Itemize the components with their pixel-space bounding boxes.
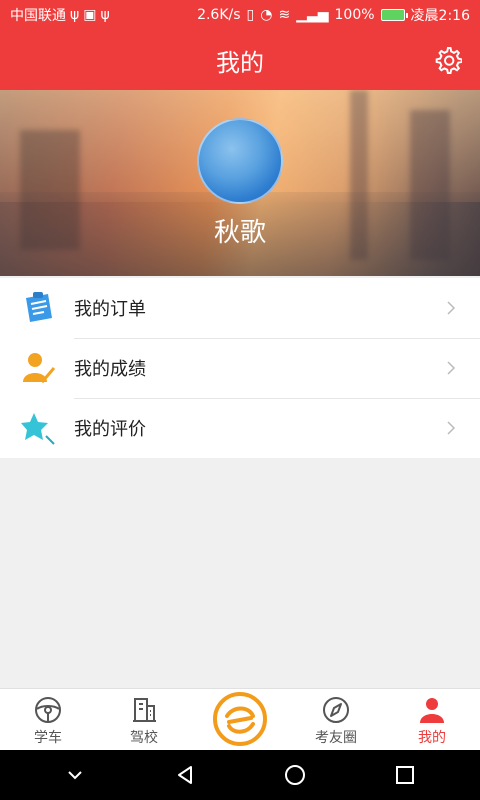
usb-icon: ψ	[70, 7, 80, 23]
tab-driving-school[interactable]: 驾校	[96, 689, 192, 751]
clipboard-icon	[18, 288, 58, 328]
vibrate-icon: ▯	[246, 7, 255, 23]
person-icon	[417, 695, 447, 725]
recents-square-icon	[396, 766, 414, 784]
chevron-right-icon	[447, 361, 456, 375]
menu-item-label: 我的评价	[74, 419, 146, 440]
tab-label: 驾校	[130, 730, 158, 746]
recents-button[interactable]	[385, 755, 425, 795]
tab-center[interactable]	[192, 689, 288, 750]
app-header: 我的	[0, 30, 480, 90]
tab-learn-driving[interactable]: 学车	[0, 689, 96, 751]
battery-level: 100%	[334, 7, 375, 23]
carrier-label: 中国联通	[10, 8, 66, 24]
home-button[interactable]	[275, 755, 315, 795]
chevron-down-icon	[68, 771, 82, 780]
hide-keyboard-button[interactable]	[55, 755, 95, 795]
net-speed: 2.6K/s	[197, 7, 241, 23]
wifi-icon: ≋	[278, 7, 291, 23]
profile-banner: 秋歌	[0, 90, 480, 276]
gear-icon	[435, 47, 462, 74]
menu-item-label: 我的订单	[74, 299, 146, 320]
page-title: 我的	[216, 48, 264, 77]
building-icon	[129, 695, 159, 725]
signal-icon: ▁▃▅	[296, 7, 329, 23]
battery-icon	[380, 9, 408, 21]
tab-label: 学车	[34, 730, 62, 746]
tab-label: 考友圈	[315, 730, 357, 746]
chevron-right-icon	[447, 301, 456, 315]
chevron-right-icon	[447, 421, 456, 435]
menu-item-reviews[interactable]: 我的评价	[0, 398, 480, 458]
user-check-icon	[18, 348, 58, 388]
menu-list: 我的订单 我的成绩 我的评价	[0, 278, 480, 458]
notification-icon: ▣	[83, 7, 97, 23]
back-button[interactable]	[165, 755, 205, 795]
menu-item-label: 我的成绩	[74, 359, 146, 380]
status-bar: 中国联通 ψ ▣ ψ 2.6K/s ▯ ◔ ≋ ▁▃▅ 100% 凌晨2:16	[0, 0, 480, 30]
status-right: 2.6K/s ▯ ◔ ≋ ▁▃▅ 100% 凌晨2:16	[197, 5, 470, 25]
usb-icon-2: ψ	[100, 7, 110, 23]
status-left: 中国联通 ψ ▣ ψ	[10, 5, 110, 25]
star-comment-icon	[18, 408, 58, 448]
compass-icon	[321, 695, 351, 725]
tab-label: 我的	[418, 730, 446, 746]
steering-wheel-icon	[33, 695, 63, 725]
menu-item-orders[interactable]: 我的订单	[0, 278, 480, 338]
bottom-tab-bar: 学车 驾校 考友圈 我的	[0, 688, 480, 750]
center-logo-icon	[213, 691, 267, 746]
tab-exam-friends[interactable]: 考友圈	[288, 689, 384, 751]
home-circle-icon	[285, 765, 305, 785]
username: 秋歌	[213, 218, 266, 248]
back-triangle-icon	[178, 766, 192, 784]
tab-mine[interactable]: 我的	[384, 689, 480, 751]
settings-button[interactable]	[432, 44, 464, 76]
avatar[interactable]	[197, 118, 283, 204]
alarm-icon: ◔	[260, 7, 273, 23]
clock: 凌晨2:16	[410, 8, 470, 24]
menu-item-scores[interactable]: 我的成绩	[0, 338, 480, 398]
system-nav-bar	[0, 750, 480, 800]
